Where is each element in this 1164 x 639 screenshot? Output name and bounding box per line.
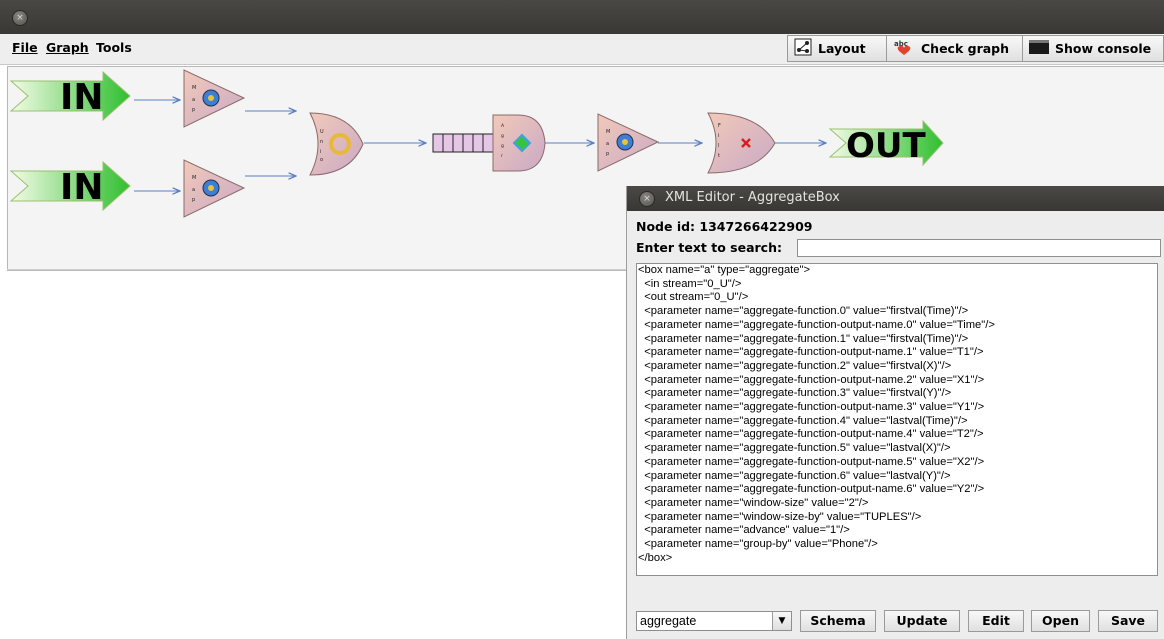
xml-text-area[interactable]: <box name="a" type="aggregate"> <in stre… — [636, 263, 1158, 576]
node-id-label: Node id: 1347266422909 — [636, 219, 813, 234]
svg-text:a: a — [192, 187, 195, 193]
spellcheck-icon: abc — [893, 38, 915, 59]
main-title-bar: × — [0, 0, 1164, 34]
input-label: IN — [60, 77, 104, 118]
svg-text:i: i — [718, 133, 719, 139]
menu-file[interactable]: File — [12, 40, 38, 55]
save-button[interactable]: Save — [1098, 610, 1158, 632]
close-icon: × — [643, 194, 651, 204]
close-window-button[interactable]: × — [12, 10, 28, 26]
check-graph-label: Check graph — [921, 41, 1010, 56]
svg-text:a: a — [606, 141, 609, 147]
svg-text:U: U — [320, 129, 324, 135]
search-input[interactable] — [797, 239, 1161, 257]
svg-text:g: g — [501, 134, 504, 139]
input-label: IN — [60, 167, 104, 208]
svg-text:p: p — [192, 197, 195, 203]
type-select[interactable]: aggregate ▼ — [636, 611, 792, 631]
xml-content: <box name="a" type="aggregate"> <in stre… — [638, 264, 995, 564]
canvas-bottom-divider — [7, 269, 627, 270]
search-label: Enter text to search: — [636, 240, 782, 255]
svg-text:t: t — [718, 153, 720, 159]
svg-text:o: o — [320, 157, 323, 163]
output-label: OUT — [846, 126, 927, 166]
xml-editor-title-bar: × XML Editor - AggregateBox — [627, 186, 1164, 211]
menu-toolbar: File Graph Tools Layout abc Check graph … — [0, 34, 1164, 65]
aggregate-box[interactable]: A g g r — [432, 114, 546, 172]
svg-text:p: p — [192, 107, 195, 113]
svg-text:r: r — [501, 153, 503, 159]
menu-tools[interactable]: Tools — [96, 40, 132, 55]
svg-text:M: M — [606, 129, 610, 135]
svg-text:M: M — [192, 85, 196, 91]
xml-editor-window: × XML Editor - AggregateBox Node id: 134… — [626, 186, 1164, 639]
svg-text:n: n — [320, 139, 323, 145]
input-node-1[interactable]: IN — [9, 70, 131, 122]
svg-text:g: g — [501, 144, 504, 149]
close-icon: × — [16, 13, 24, 23]
type-select-value: aggregate — [640, 614, 697, 628]
output-node[interactable]: OUT — [828, 119, 944, 167]
svg-text:a: a — [192, 97, 195, 103]
svg-text:M: M — [192, 175, 196, 181]
map-box-3[interactable]: M a p — [597, 113, 660, 172]
show-console-button[interactable]: Show console — [1022, 35, 1164, 62]
svg-text:i: i — [320, 149, 321, 155]
chevron-down-icon[interactable]: ▼ — [772, 612, 791, 630]
svg-text:F: F — [718, 123, 721, 129]
filter-box[interactable]: F i l t — [707, 112, 776, 174]
layout-icon — [794, 38, 812, 59]
update-button[interactable]: Update — [884, 610, 960, 632]
open-button[interactable]: Open — [1031, 610, 1090, 632]
map-box-2[interactable]: M a p — [183, 159, 246, 218]
check-graph-button[interactable]: abc Check graph — [886, 35, 1023, 62]
layout-button[interactable]: Layout — [787, 35, 887, 62]
show-console-label: Show console — [1055, 41, 1152, 56]
svg-text:p: p — [606, 151, 609, 157]
xml-editor-close-button[interactable]: × — [639, 191, 655, 207]
svg-text:l: l — [718, 143, 719, 149]
union-box[interactable]: U n i o — [309, 112, 364, 176]
menu-graph[interactable]: Graph — [46, 40, 89, 55]
input-node-2[interactable]: IN — [9, 160, 131, 212]
map-box-1[interactable]: M a p — [183, 69, 246, 128]
layout-label: Layout — [818, 41, 866, 56]
xml-editor-title: XML Editor - AggregateBox — [665, 190, 840, 205]
edit-button[interactable]: Edit — [968, 610, 1024, 632]
console-icon — [1029, 39, 1049, 58]
schema-button[interactable]: Schema — [800, 610, 876, 632]
